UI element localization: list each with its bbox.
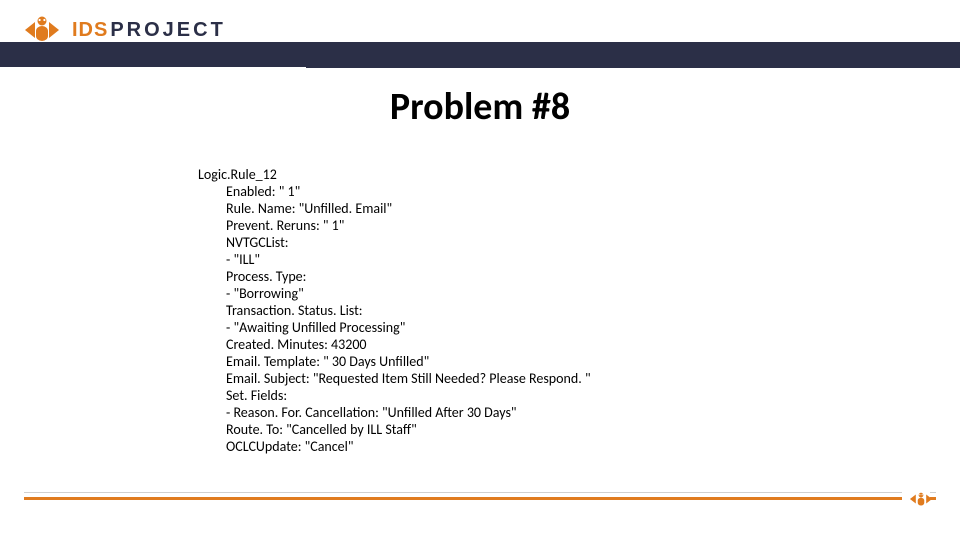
rule-line: Email. Template: " 30 Days Unfilled" xyxy=(198,353,798,370)
rule-line: - Reason. For. Cancellation: "Unfilled A… xyxy=(198,404,798,421)
rule-line: Rule. Name: "Unfilled. Email" xyxy=(198,200,798,217)
brand-project: PROJECT xyxy=(110,19,225,42)
brand-ids: IDS xyxy=(72,19,108,42)
rule-line: Set. Fields: xyxy=(198,387,798,404)
footer-divider-accent xyxy=(24,497,936,500)
rule-line: Route. To: "Cancelled by ILL Staff" xyxy=(198,421,798,438)
footer-divider-thin xyxy=(24,492,936,493)
brand-mark-icon xyxy=(22,10,62,50)
brand-logo: IDS PROJECT xyxy=(22,10,226,50)
slide: IDS PROJECT Problem #8 Logic.Rule_12 Ena… xyxy=(0,0,960,540)
rule-line: OCLCUpdate: "Cancel" xyxy=(198,438,798,455)
rule-name: Logic.Rule_12 xyxy=(198,166,798,183)
rule-line: Process. Type: xyxy=(198,268,798,285)
rule-line: Enabled: " 1" xyxy=(198,183,798,200)
rule-line: - "ILL" xyxy=(198,251,798,268)
rule-line: Email. Subject: "Requested Item Still Ne… xyxy=(198,370,798,387)
rule-line: - "Borrowing" xyxy=(198,285,798,302)
rule-line: Prevent. Reruns: " 1" xyxy=(198,217,798,234)
rule-line: NVTGCList: xyxy=(198,234,798,251)
rule-block: Logic.Rule_12 Enabled: " 1" Rule. Name: … xyxy=(198,166,798,455)
slide-title: Problem #8 xyxy=(0,84,960,130)
rule-line: Created. Minutes: 43200 xyxy=(198,336,798,353)
rule-line: - "Awaiting Unfilled Processing" xyxy=(198,319,798,336)
brand-wordmark: IDS PROJECT xyxy=(72,19,226,42)
rule-line: Transaction. Status. List: xyxy=(198,302,798,319)
footer-mark-icon xyxy=(902,488,930,510)
